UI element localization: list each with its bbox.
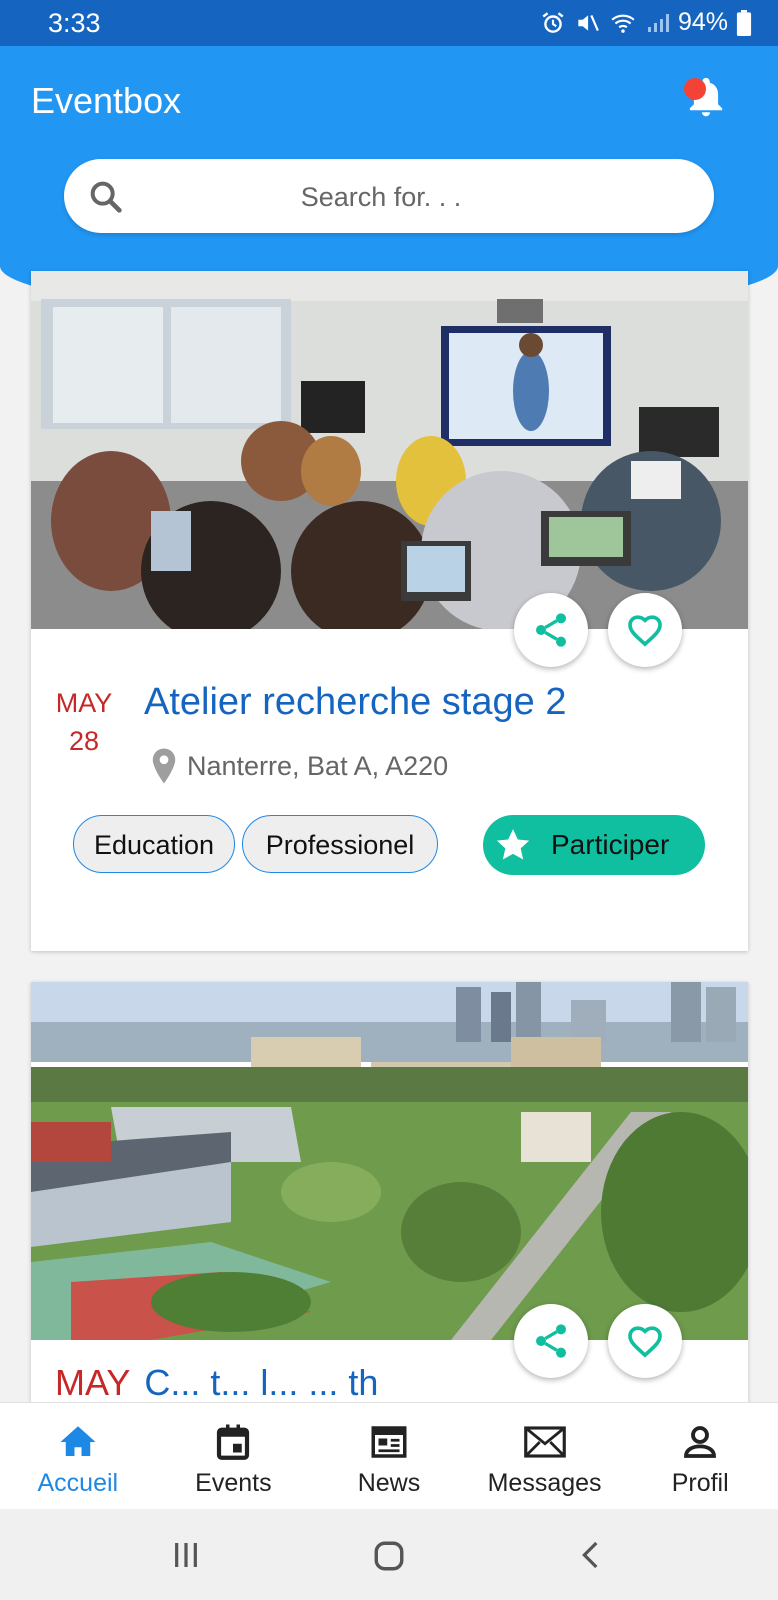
event-image[interactable] bbox=[31, 982, 748, 1340]
campus-photo bbox=[31, 982, 748, 1340]
signal-icon bbox=[647, 13, 669, 32]
event-title[interactable]: Atelier recherche stage 2 bbox=[144, 681, 566, 724]
search-icon bbox=[90, 181, 122, 213]
calendar-icon bbox=[217, 1424, 250, 1460]
event-title-peek: MAY C... t... l... ... th bbox=[55, 1362, 378, 1404]
nav-item-messages[interactable]: Messages bbox=[467, 1403, 623, 1510]
nav-item-news[interactable]: News bbox=[311, 1403, 467, 1510]
nav-item-accueil[interactable]: Accueil bbox=[0, 1403, 156, 1510]
nav-label: News bbox=[357, 1469, 421, 1497]
star-icon bbox=[496, 829, 530, 860]
nav-item-profil[interactable]: Profil bbox=[622, 1403, 778, 1510]
event-card[interactable]: MAY 28 Atelier recherche stage 2 Nanterr… bbox=[31, 271, 748, 951]
home-button-icon[interactable] bbox=[372, 1539, 406, 1573]
newspaper-icon bbox=[371, 1426, 407, 1458]
status-bar: 3:33 94% bbox=[0, 0, 778, 46]
share-button[interactable] bbox=[514, 1304, 588, 1378]
location-text: Nanterre, Bat A, A220 bbox=[187, 750, 449, 781]
share-icon bbox=[536, 1324, 566, 1358]
nav-label: Profil bbox=[671, 1469, 729, 1497]
share-button[interactable] bbox=[514, 593, 588, 667]
notifications-button[interactable] bbox=[684, 76, 728, 120]
nav-label: Accueil bbox=[37, 1469, 119, 1497]
heart-icon bbox=[628, 615, 662, 647]
participate-label: Participer bbox=[551, 829, 670, 860]
event-month: MAY bbox=[55, 688, 113, 718]
event-date: MAY 28 bbox=[53, 684, 115, 760]
favorite-button[interactable] bbox=[608, 1304, 682, 1378]
favorite-button[interactable] bbox=[608, 593, 682, 667]
person-icon bbox=[684, 1426, 717, 1458]
event-location: Nanterre, Bat A, A220 bbox=[149, 747, 448, 785]
recent-apps-icon[interactable] bbox=[170, 1539, 202, 1571]
event-day: 28 bbox=[68, 726, 100, 756]
event-image[interactable] bbox=[31, 271, 748, 629]
back-icon[interactable] bbox=[575, 1539, 607, 1571]
search-input[interactable] bbox=[144, 159, 618, 235]
heart-icon bbox=[628, 1326, 662, 1358]
tag-education[interactable]: Education bbox=[73, 815, 235, 873]
alarm-icon bbox=[542, 11, 564, 33]
status-icons: 94% bbox=[540, 8, 752, 37]
system-nav bbox=[0, 1509, 778, 1600]
search-bar[interactable] bbox=[64, 159, 714, 235]
mail-icon bbox=[523, 1426, 566, 1458]
share-icon bbox=[536, 613, 566, 647]
notification-dot bbox=[684, 78, 706, 100]
classroom-photo bbox=[31, 271, 748, 629]
app-title: Eventbox bbox=[31, 80, 182, 121]
battery-level: 94% bbox=[677, 8, 728, 36]
mute-icon bbox=[578, 14, 599, 31]
event-title-partial: C... t... l... ... th bbox=[144, 1362, 379, 1403]
location-pin-icon bbox=[152, 748, 176, 784]
tag-professionel[interactable]: Professionel bbox=[242, 815, 438, 873]
nav-item-events[interactable]: Events bbox=[156, 1403, 312, 1510]
battery-icon bbox=[736, 9, 752, 36]
event-month: MAY bbox=[55, 1362, 131, 1403]
nav-label: Messages bbox=[487, 1469, 602, 1497]
participate-button[interactable]: Participer bbox=[483, 815, 705, 875]
bottom-nav: Accueil Events News Messages Profil bbox=[0, 1402, 778, 1510]
nav-label: Events bbox=[195, 1469, 272, 1497]
status-time: 3:33 bbox=[48, 8, 101, 38]
wifi-icon bbox=[611, 14, 635, 33]
home-icon bbox=[60, 1426, 96, 1456]
